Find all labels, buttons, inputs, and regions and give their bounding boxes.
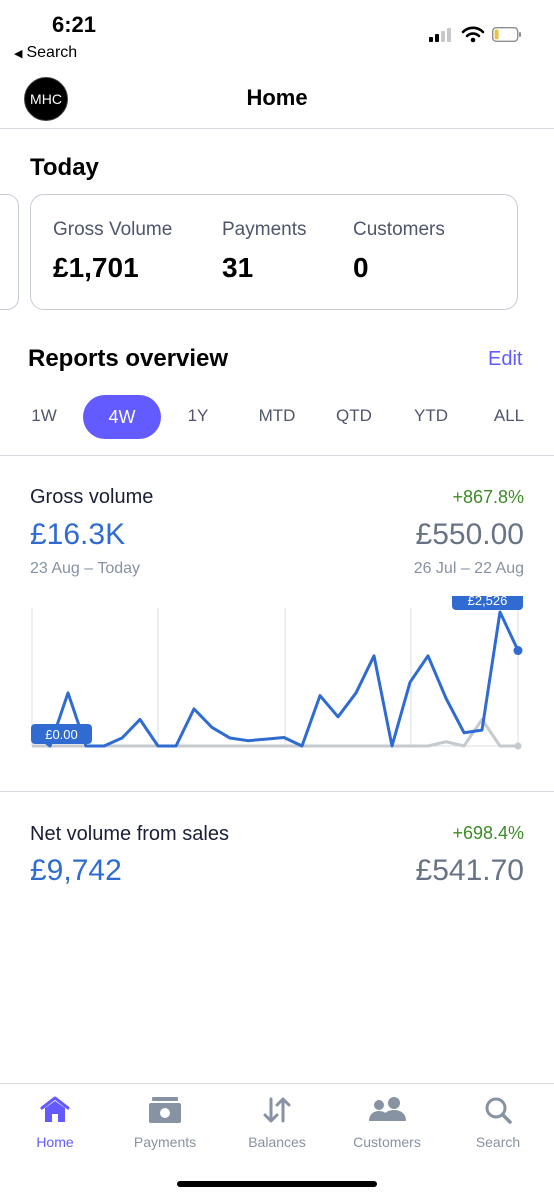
min-tag-text: £0.00	[45, 727, 78, 742]
nav-search[interactable]: Search	[448, 1092, 548, 1150]
payments-value: 31	[222, 252, 254, 283]
net-volume-previous: £541.70	[415, 854, 524, 887]
tab-1w[interactable]: 1W	[14, 406, 74, 426]
min-value-tag: £0.00	[31, 724, 92, 744]
payments-label: Payments	[222, 219, 307, 240]
nav-balances-label: Balances	[248, 1134, 306, 1150]
page-title: Home	[246, 85, 308, 110]
gross-volume-current: £16.3K	[30, 518, 126, 551]
section-divider	[0, 791, 554, 792]
max-value-tag: £2,526	[452, 596, 523, 610]
net-volume-title[interactable]: Net volume from sales	[30, 823, 229, 846]
nav-balances[interactable]: Balances	[227, 1092, 327, 1150]
current-period-line	[31, 610, 520, 748]
gross-volume-label: Gross Volume	[53, 219, 173, 240]
net-volume-change: +698.4%	[452, 823, 524, 843]
back-label: Search	[26, 44, 78, 61]
previous-end-point	[514, 742, 522, 750]
wifi-icon	[461, 26, 485, 43]
payments-icon	[149, 1097, 181, 1123]
gross-volume-change: +867.8%	[452, 487, 524, 507]
gross-volume-title[interactable]: Gross volume	[30, 486, 153, 509]
net-volume-current: £9,742	[30, 854, 122, 887]
back-arrow-icon: ◀	[14, 48, 23, 60]
section-divider	[0, 455, 554, 456]
customers-value: 0	[353, 252, 369, 283]
tab-all[interactable]: ALL	[479, 406, 539, 426]
current-end-point	[513, 646, 523, 656]
header-divider	[0, 128, 554, 129]
tab-qtd[interactable]: QTD	[324, 406, 384, 426]
gross-volume-previous: £550.00	[415, 518, 524, 551]
nav-search-label: Search	[475, 1134, 521, 1150]
previous-summary-card[interactable]	[0, 194, 19, 310]
tab-bar-divider	[0, 1083, 554, 1084]
back-to-search-link[interactable]: ◀ Search	[14, 44, 77, 62]
edit-reports-button[interactable]: Edit	[488, 348, 522, 371]
today-heading: Today	[30, 154, 99, 181]
tab-1y[interactable]: 1Y	[168, 406, 228, 426]
battery-icon	[492, 27, 521, 42]
nav-home-label: Home	[36, 1134, 74, 1150]
gross-volume-previous-range: 26 Jul – 22 Aug	[413, 560, 524, 577]
nav-payments[interactable]: Payments	[115, 1092, 215, 1150]
nav-customers[interactable]: Customers	[337, 1092, 437, 1150]
cellular-signal-icon	[429, 28, 453, 42]
nav-payments-label: Payments	[133, 1134, 197, 1150]
home-indicator	[177, 1181, 377, 1187]
reports-overview-heading: Reports overview	[28, 345, 229, 372]
home-icon	[40, 1096, 70, 1122]
gross-volume-current-range: 23 Aug – Today	[30, 560, 141, 577]
customers-icon	[369, 1097, 406, 1121]
balances-icon	[263, 1097, 291, 1123]
search-icon	[485, 1097, 512, 1124]
tab-4w[interactable]: 4W	[83, 395, 161, 439]
nav-customers-label: Customers	[353, 1134, 421, 1150]
customers-label: Customers	[353, 219, 445, 240]
max-tag-text: £2,526	[468, 596, 508, 608]
status-time: 6:21	[52, 12, 97, 37]
previous-period-line	[32, 717, 518, 748]
nav-home[interactable]: Home	[5, 1092, 105, 1150]
gross-volume-value: £1,701	[53, 252, 139, 283]
tab-ytd[interactable]: YTD	[401, 406, 461, 426]
gross-volume-chart[interactable]: £0.00 £2,526	[0, 596, 554, 766]
tab-mtd[interactable]: MTD	[247, 406, 307, 426]
